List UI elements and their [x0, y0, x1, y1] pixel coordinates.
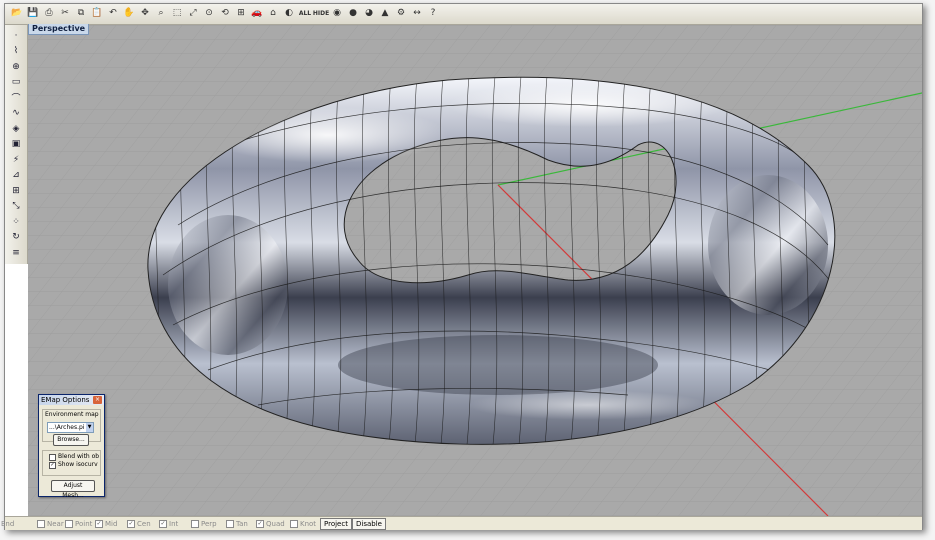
circle-icon[interactable]: ⊕	[9, 60, 23, 73]
paste-icon[interactable]: 📋	[90, 6, 104, 20]
copy-icon[interactable]: ⧉	[74, 6, 88, 20]
zoom-extents-icon[interactable]: ⤢	[186, 6, 200, 20]
show-all-icon[interactable]: ALL	[298, 6, 312, 20]
osnap-checkbox[interactable]: ✓	[127, 519, 135, 528]
point-edit-icon[interactable]: ⁘	[9, 215, 23, 228]
app-window: 📂 💾 ⎙ ✂ ⧉ 📋 ↶ ✋ ✥ ⌕ ⬚ ⤢ ⊙ ⟲ ⊞ 🚗 ⌂ ◐ ALL HIDE ◉ ● ◕ ▲ ⚙ ↔? · ⌇ ⊕ ▭ ⌒ ∿ ◈…	[1, 3, 923, 530]
osnap-point[interactable]: Point	[65, 518, 92, 529]
undo-icon[interactable]: ↶	[106, 6, 120, 20]
globe-icon[interactable]: ◕	[362, 6, 376, 20]
osnap-checkbox[interactable]: ✓	[159, 519, 167, 528]
undo-view-icon[interactable]: ⟲	[218, 6, 232, 20]
osnap-status-bar: Project Disable End Near Point ✓ Mid ✓ Cen ✓ Int…	[1, 516, 922, 530]
mesh-icon[interactable]: ⚡	[9, 153, 23, 166]
main-toolbar-vertical: · ⌇ ⊕ ▭ ⌒ ∿ ◈ ▣ ⚡ ⊿ ⊞ ⤡ ⁘ ↻ ≡	[5, 25, 28, 264]
hide-text-icon[interactable]: HIDE	[313, 6, 329, 20]
array-icon[interactable]: ⊞	[9, 184, 23, 197]
osnap-label: Cen	[137, 519, 151, 528]
viewport-canvas[interactable]	[28, 25, 922, 516]
rotate-view-icon[interactable]: ✥	[138, 6, 152, 20]
osnap-label: Quad	[266, 519, 285, 528]
osnap-label: Near	[47, 519, 64, 528]
osnap-checkbox[interactable]	[226, 519, 234, 528]
hide-icon[interactable]: ◐	[282, 6, 296, 20]
zoom-window-icon[interactable]: ⬚	[170, 6, 184, 20]
viewport-title[interactable]: Perspective	[28, 24, 90, 35]
lamp-icon[interactable]: ▲	[378, 6, 392, 20]
project-button[interactable]: Project	[320, 518, 352, 530]
transform-icon[interactable]: ⤡	[9, 200, 23, 213]
car-icon[interactable]: 🚗	[250, 6, 264, 20]
cut-icon[interactable]: ✂	[58, 6, 72, 20]
osnap-quad[interactable]: ✓ Quad	[256, 518, 285, 529]
osnap-checkbox[interactable]	[37, 519, 45, 528]
osnap-mid[interactable]: ✓ Mid	[95, 518, 117, 529]
zoom-selected-icon[interactable]: ⊙	[202, 6, 216, 20]
disable-button[interactable]: Disable	[352, 518, 386, 530]
osnap-checkbox[interactable]	[65, 519, 73, 528]
environment-map-value: ...\Arches.pi	[49, 424, 85, 431]
layer-icon[interactable]: ≡	[9, 246, 23, 259]
show-isocurves-checkbox[interactable]: ✓	[49, 462, 56, 469]
sphere-icon[interactable]: ●	[346, 6, 360, 20]
zoom-icon[interactable]: ⌕	[154, 6, 168, 20]
environment-map-label: Environment map	[45, 411, 99, 418]
four-views-icon[interactable]: ⊞	[234, 6, 248, 20]
osnap-tan[interactable]: Tan	[226, 518, 248, 529]
rectangle-icon[interactable]: ▭	[9, 76, 23, 89]
osnap-label: End	[1, 519, 15, 528]
osnap-cen[interactable]: ✓ Cen	[127, 518, 151, 529]
osnap-int[interactable]: ✓ Int	[159, 518, 178, 529]
emap-options-dialog: EMap Options × Environment map ...\Arche…	[38, 394, 105, 499]
pan-icon[interactable]: ✋	[122, 6, 136, 20]
curve-icon[interactable]: ∿	[9, 107, 23, 120]
print-icon[interactable]: ⎙	[42, 6, 56, 20]
browse-button[interactable]: Browse...	[53, 434, 89, 446]
perspective-viewport[interactable]	[28, 25, 922, 516]
color-wheel-icon[interactable]: ◉	[330, 6, 344, 20]
solid-box-icon[interactable]: ▣	[9, 138, 23, 151]
environment-map-select[interactable]: ...\Arches.pi ▼	[47, 422, 94, 433]
osnap-perp[interactable]: Perp	[191, 518, 217, 529]
osnap-label: Tan	[236, 519, 248, 528]
osnap-label: Knot	[300, 519, 317, 528]
osnap-label: Perp	[201, 519, 217, 528]
blend-checkbox[interactable]	[49, 454, 56, 461]
osnap-checkbox[interactable]: ✓	[95, 519, 103, 528]
osnap-end[interactable]: End	[1, 518, 14, 529]
help-icon[interactable]: ?	[426, 6, 440, 20]
osnap-near[interactable]: Near	[37, 518, 64, 529]
surface-icon[interactable]: ◈	[9, 122, 23, 135]
polyline-icon[interactable]: ⌇	[9, 45, 23, 58]
save-icon[interactable]: 💾	[26, 6, 40, 20]
osnap-knot[interactable]: Knot	[290, 518, 316, 529]
osnap-checkbox[interactable]	[191, 519, 199, 528]
arc-icon[interactable]: ⌒	[9, 91, 23, 104]
blend-label: Blend with ob	[58, 453, 100, 460]
chevron-down-icon[interactable]: ▼	[86, 423, 93, 432]
analyze-icon[interactable]: ↻	[9, 231, 23, 244]
house-icon[interactable]: ⌂	[266, 6, 280, 20]
show-isocurves-label: Show isocurv	[58, 461, 98, 468]
osnap-label: Int	[169, 519, 179, 528]
standard-toolbar: 📂 💾 ⎙ ✂ ⧉ 📋 ↶ ✋ ✥ ⌕ ⬚ ⤢ ⊙ ⟲ ⊞ 🚗 ⌂ ◐ ALL HIDE ◉ ● ◕ ▲ ⚙ ↔?	[5, 4, 922, 25]
dimension-icon[interactable]: ↔	[410, 6, 424, 20]
dimension-icon[interactable]: ⊿	[9, 169, 23, 182]
settings-icon[interactable]: ⚙	[394, 6, 408, 20]
osnap-checkbox[interactable]: ✓	[256, 519, 264, 528]
close-icon[interactable]: ×	[93, 396, 102, 404]
point-icon[interactable]: ·	[9, 29, 23, 42]
osnap-label: Mid	[105, 519, 118, 528]
open-icon[interactable]: 📂	[10, 6, 24, 20]
osnap-checkbox[interactable]	[290, 519, 298, 528]
osnap-label: Point	[75, 519, 93, 528]
adjust-mesh-button[interactable]: Adjust Mesh...	[51, 480, 95, 499]
